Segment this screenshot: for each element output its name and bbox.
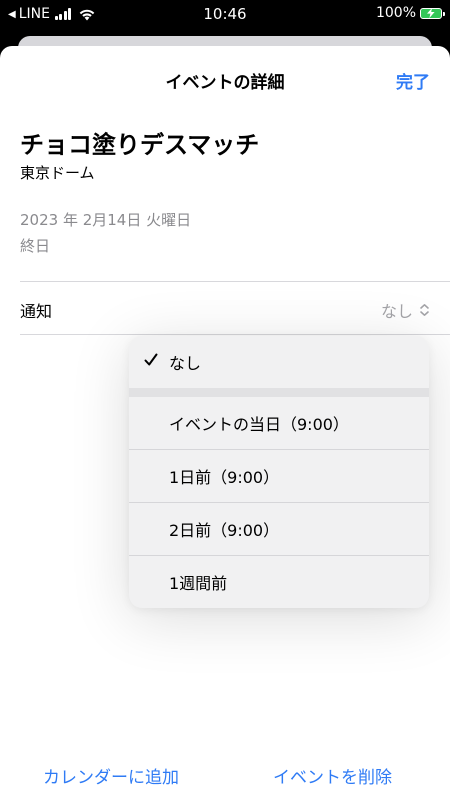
status-bar: ◀ LINE 10:46 100% [0,0,450,30]
divider [20,334,450,335]
event-title: チョコ塗りデスマッチ [20,131,260,159]
notification-label: 通知 [20,302,53,321]
notification-selector[interactable]: なし [381,298,430,322]
menu-item-2-days-before[interactable]: 2日前（9:00） [129,503,429,555]
menu-item-none[interactable]: なし [129,336,429,388]
battery-percentage: 100% [375,5,416,21]
menu-item-label: 2日前（9:00） [169,521,280,540]
checkmark-icon [144,353,158,366]
chevron-up-down-icon [420,304,429,316]
menu-item-event-day[interactable]: イベントの当日（9:00） [129,397,429,449]
sheet-title: イベントの詳細 [165,73,285,93]
menu-item-label: 1日前（9:00） [169,468,280,487]
divider [20,281,450,282]
menu-item-label: 1週間前 [169,574,228,593]
event-all-day: 終日 [20,237,51,255]
menu-item-label: イベントの当日（9:00） [169,415,349,434]
event-date: 2023 年 2月14日 火曜日 [20,211,192,229]
notification-value: なし [380,302,413,321]
battery-charging-icon [420,7,445,19]
event-location: 東京ドーム [20,164,95,182]
menu-item-label: なし [169,354,202,373]
add-to-calendar-button[interactable]: カレンダーに追加 [43,763,179,788]
done-button[interactable]: 完了 [396,68,430,93]
menu-item-1-week-before[interactable]: 1週間前 [129,556,429,608]
menu-item-1-day-before[interactable]: 1日前（9:00） [129,450,429,502]
menu-group-separator [129,388,429,397]
status-bar-right: 100% [375,5,445,21]
notification-menu: なし イベントの当日（9:00） 1日前（9:00） 2日前（9:00） 1週間… [129,336,429,608]
delete-event-button[interactable]: イベントを削除 [273,763,392,788]
screen: ◀ LINE 10:46 100% イベントの詳細 完了 チョコ塗りデスマッチ [0,0,450,800]
